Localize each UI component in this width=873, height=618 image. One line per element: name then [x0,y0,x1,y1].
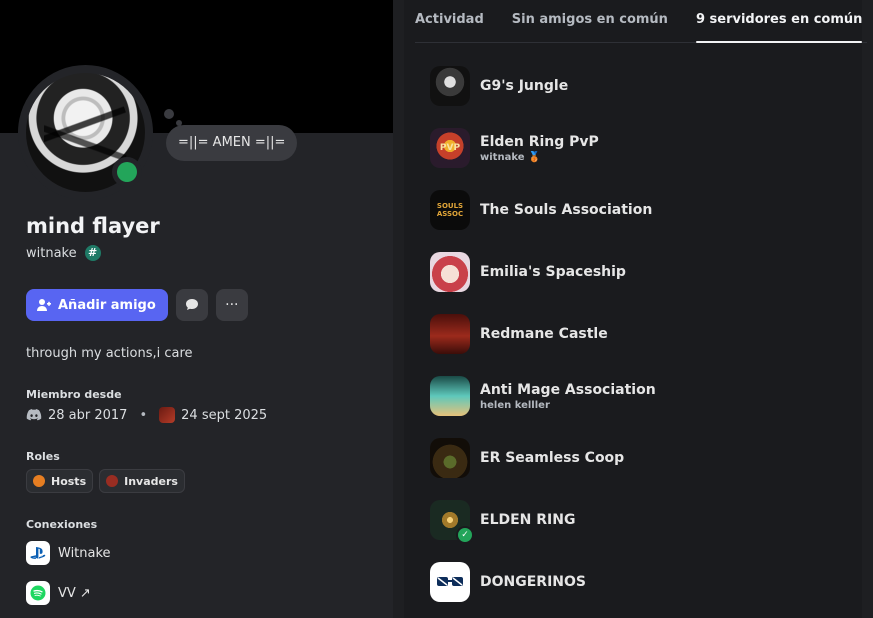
server-text: DONGERINOS [480,574,586,590]
connection-label: Witnake [58,545,111,561]
separator-dot: • [139,407,148,423]
hash-badge-icon[interactable]: # [84,245,101,261]
server-row-elden-ring-pvp[interactable]: PVP Elden Ring PvP witnake 🥉 [430,125,860,171]
member-since-row: 28 abr 2017 • 24 sept 2025 [26,407,267,423]
emilia-server-icon [430,252,470,292]
status-bubble-tail [164,109,174,119]
connection-spotify[interactable]: VV ↗ [26,581,91,605]
server-row-anti-mage-association[interactable]: Anti Mage Association helen kelller [430,373,860,419]
custom-status-bubble: =||= AMEN =||= [166,125,298,161]
role-hosts[interactable]: Hosts [26,469,94,493]
add-friend-button[interactable]: Añadir amigo [26,289,168,321]
tab-mutual-friends[interactable]: Sin amigos en común [512,13,668,43]
server-nickname: helen kelller [480,399,550,411]
server-row-souls-association[interactable]: SOULS ASSOC The Souls Association [430,187,860,233]
server-name: ER Seamless Coop [480,450,625,466]
profile-actions: Añadir amigo ··· [26,289,248,321]
connection-playstation[interactable]: Witnake [26,541,111,565]
roles-title: Roles [26,450,60,463]
add-friend-label: Añadir amigo [58,297,156,313]
verified-check-icon: ✓ [456,526,474,544]
tab-activity[interactable]: Actividad [415,13,484,43]
add-user-icon [37,299,51,311]
mutuals-panel: Actividad Sin amigos en común 9 servidor… [393,0,873,618]
server-name: ELDEN RING [480,512,576,528]
server-name: Elden Ring PvP [480,133,599,150]
playstation-icon [26,541,50,565]
gorilla-server-icon [430,66,470,106]
er-seamless-coop-icon [430,438,470,478]
redmane-castle-icon [430,314,470,354]
anti-mage-icon [430,376,470,416]
server-nickname: witnake 🥉 [480,151,541,163]
tab-mutual-servers[interactable]: 9 servidores en común [695,13,862,43]
role-invaders[interactable]: Invaders [99,469,185,493]
server-icon-small [159,407,176,423]
server-name: Anti Mage Association [480,381,656,398]
server-name: G9's Jungle [480,78,569,94]
server-join-date: 24 sept 2025 [181,407,268,423]
server-text: Redmane Castle [480,326,608,342]
role-label: Invaders [124,474,178,488]
server-name: The Souls Association [480,202,653,218]
elden-ring-pvp-icon: PVP [430,128,470,168]
server-row-g9s-jungle[interactable]: G9's Jungle [430,63,860,109]
server-text: Emilia's Spaceship [480,264,626,280]
username-row: witnake # [26,245,101,261]
discord-icon [26,409,42,421]
connection-label: VV ↗ [58,585,91,601]
server-text: G9's Jungle [480,78,568,94]
roles-list: Hosts Invaders [26,469,185,493]
server-row-redmane-castle[interactable]: Redmane Castle [430,311,860,357]
server-text: Elden Ring PvP witnake 🥉 [480,134,599,163]
username[interactable]: witnake [26,246,77,261]
server-text: ELDEN RING [480,512,575,528]
server-row-elden-ring[interactable]: ✓ ELDEN RING [430,497,860,544]
server-name: DONGERINOS [480,574,586,590]
server-row-dongerinos[interactable]: DONGERINOS [430,559,860,605]
server-text: ER Seamless Coop [480,450,624,466]
profile-tabs: Actividad Sin amigos en común 9 servidor… [415,0,867,43]
connections-title: Conexiones [26,518,98,531]
profile-panel: =||= AMEN =||= mind flayer witnake # Aña… [0,0,393,618]
online-status-indicator [112,157,142,187]
server-name: Redmane Castle [480,326,608,342]
member-since-title: Miembro desde [26,388,122,401]
chat-bubble-icon [185,299,198,310]
spotify-icon [26,581,50,605]
role-label: Hosts [51,474,87,488]
server-row-emilias-spaceship[interactable]: Emilia's Spaceship [430,249,860,295]
bio: through my actions,i care [26,346,193,361]
discord-join-date: 28 abr 2017 [48,407,128,423]
dongerinos-icon [430,562,470,602]
role-color-dot [33,475,45,487]
souls-association-icon: SOULS ASSOC [430,190,470,230]
server-text: Anti Mage Association helen kelller [480,382,656,411]
message-button[interactable] [175,289,208,321]
server-text: The Souls Association [480,202,652,218]
mutuals-panel-inner: Actividad Sin amigos en común 9 servidor… [404,0,867,618]
role-color-dot [106,475,119,487]
server-row-er-seamless-coop[interactable]: ER Seamless Coop [430,435,860,481]
server-name: Emilia's Spaceship [480,264,626,280]
elden-ring-icon: ✓ [430,500,474,544]
more-options-button[interactable]: ··· [215,289,248,321]
display-name: mind flayer [26,214,160,238]
ellipsis-icon: ··· [225,297,239,313]
